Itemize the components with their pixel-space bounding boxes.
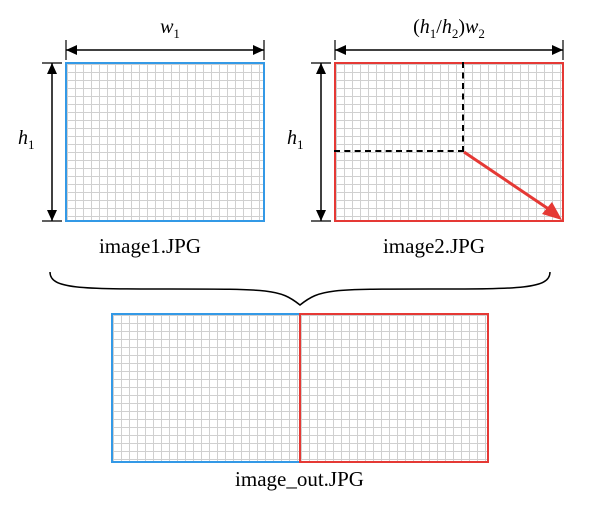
dim-label-w1: w1 xyxy=(160,16,180,42)
dim-arrow-left-left xyxy=(42,62,62,222)
curly-brace-icon xyxy=(40,267,560,307)
diagram-image2: (h1/h2)w2 h1 xyxy=(289,20,579,230)
dim-label-h1-left: h1 xyxy=(18,127,35,153)
top-row: w1 h1 image1.JPG xyxy=(20,20,579,259)
caption-output: image_out.JPG xyxy=(235,467,364,492)
output-right-half xyxy=(299,313,489,463)
output-row xyxy=(111,313,489,463)
image2-original-size-overlay xyxy=(334,62,464,152)
dim-arrow-left-right xyxy=(311,62,331,222)
caption-image1: image1.JPG xyxy=(99,234,201,259)
panel-image2: (h1/h2)w2 h1 xyxy=(289,20,579,259)
dim-label-scaled-w2: (h1/h2)w2 xyxy=(413,16,485,42)
diagram-image1: w1 h1 xyxy=(20,20,280,230)
dim-arrow-top-right xyxy=(334,40,564,60)
dim-arrow-top-left xyxy=(65,40,265,60)
panel-output: image_out.JPG xyxy=(20,313,579,492)
caption-image2: image2.JPG xyxy=(383,234,485,259)
image1-box xyxy=(65,62,265,222)
dim-label-h1-right: h1 xyxy=(287,127,304,153)
panel-image1: w1 h1 image1.JPG xyxy=(20,20,280,259)
output-left-half xyxy=(111,313,301,463)
